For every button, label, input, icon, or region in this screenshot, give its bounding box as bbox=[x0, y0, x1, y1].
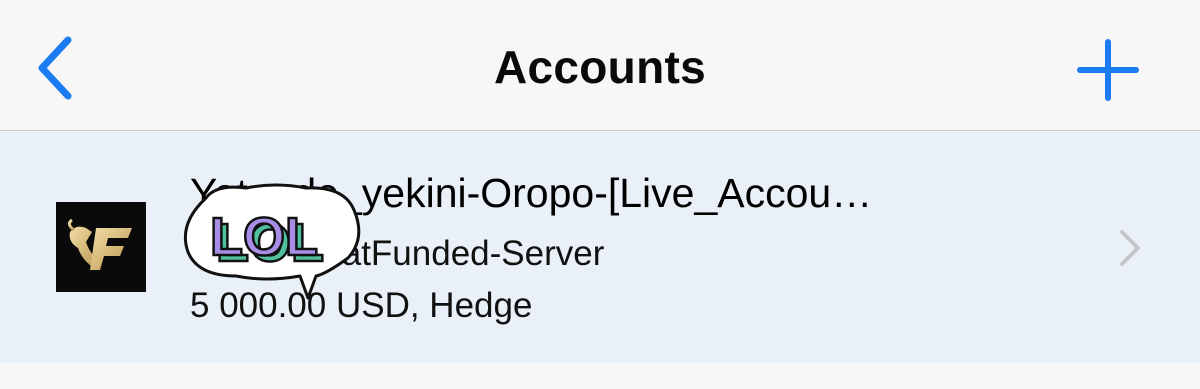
chevron-right-icon bbox=[1114, 228, 1144, 268]
goatfunded-logo-icon bbox=[56, 202, 146, 292]
navigation-bar: Accounts bbox=[0, 0, 1200, 131]
plus-icon bbox=[1077, 39, 1139, 101]
add-account-button[interactable] bbox=[1076, 38, 1140, 102]
lol-sticker: LOL LOL bbox=[176, 180, 368, 302]
list-background bbox=[0, 363, 1200, 389]
sticker-text: LOL bbox=[210, 207, 318, 267]
page-title: Accounts bbox=[494, 41, 706, 93]
